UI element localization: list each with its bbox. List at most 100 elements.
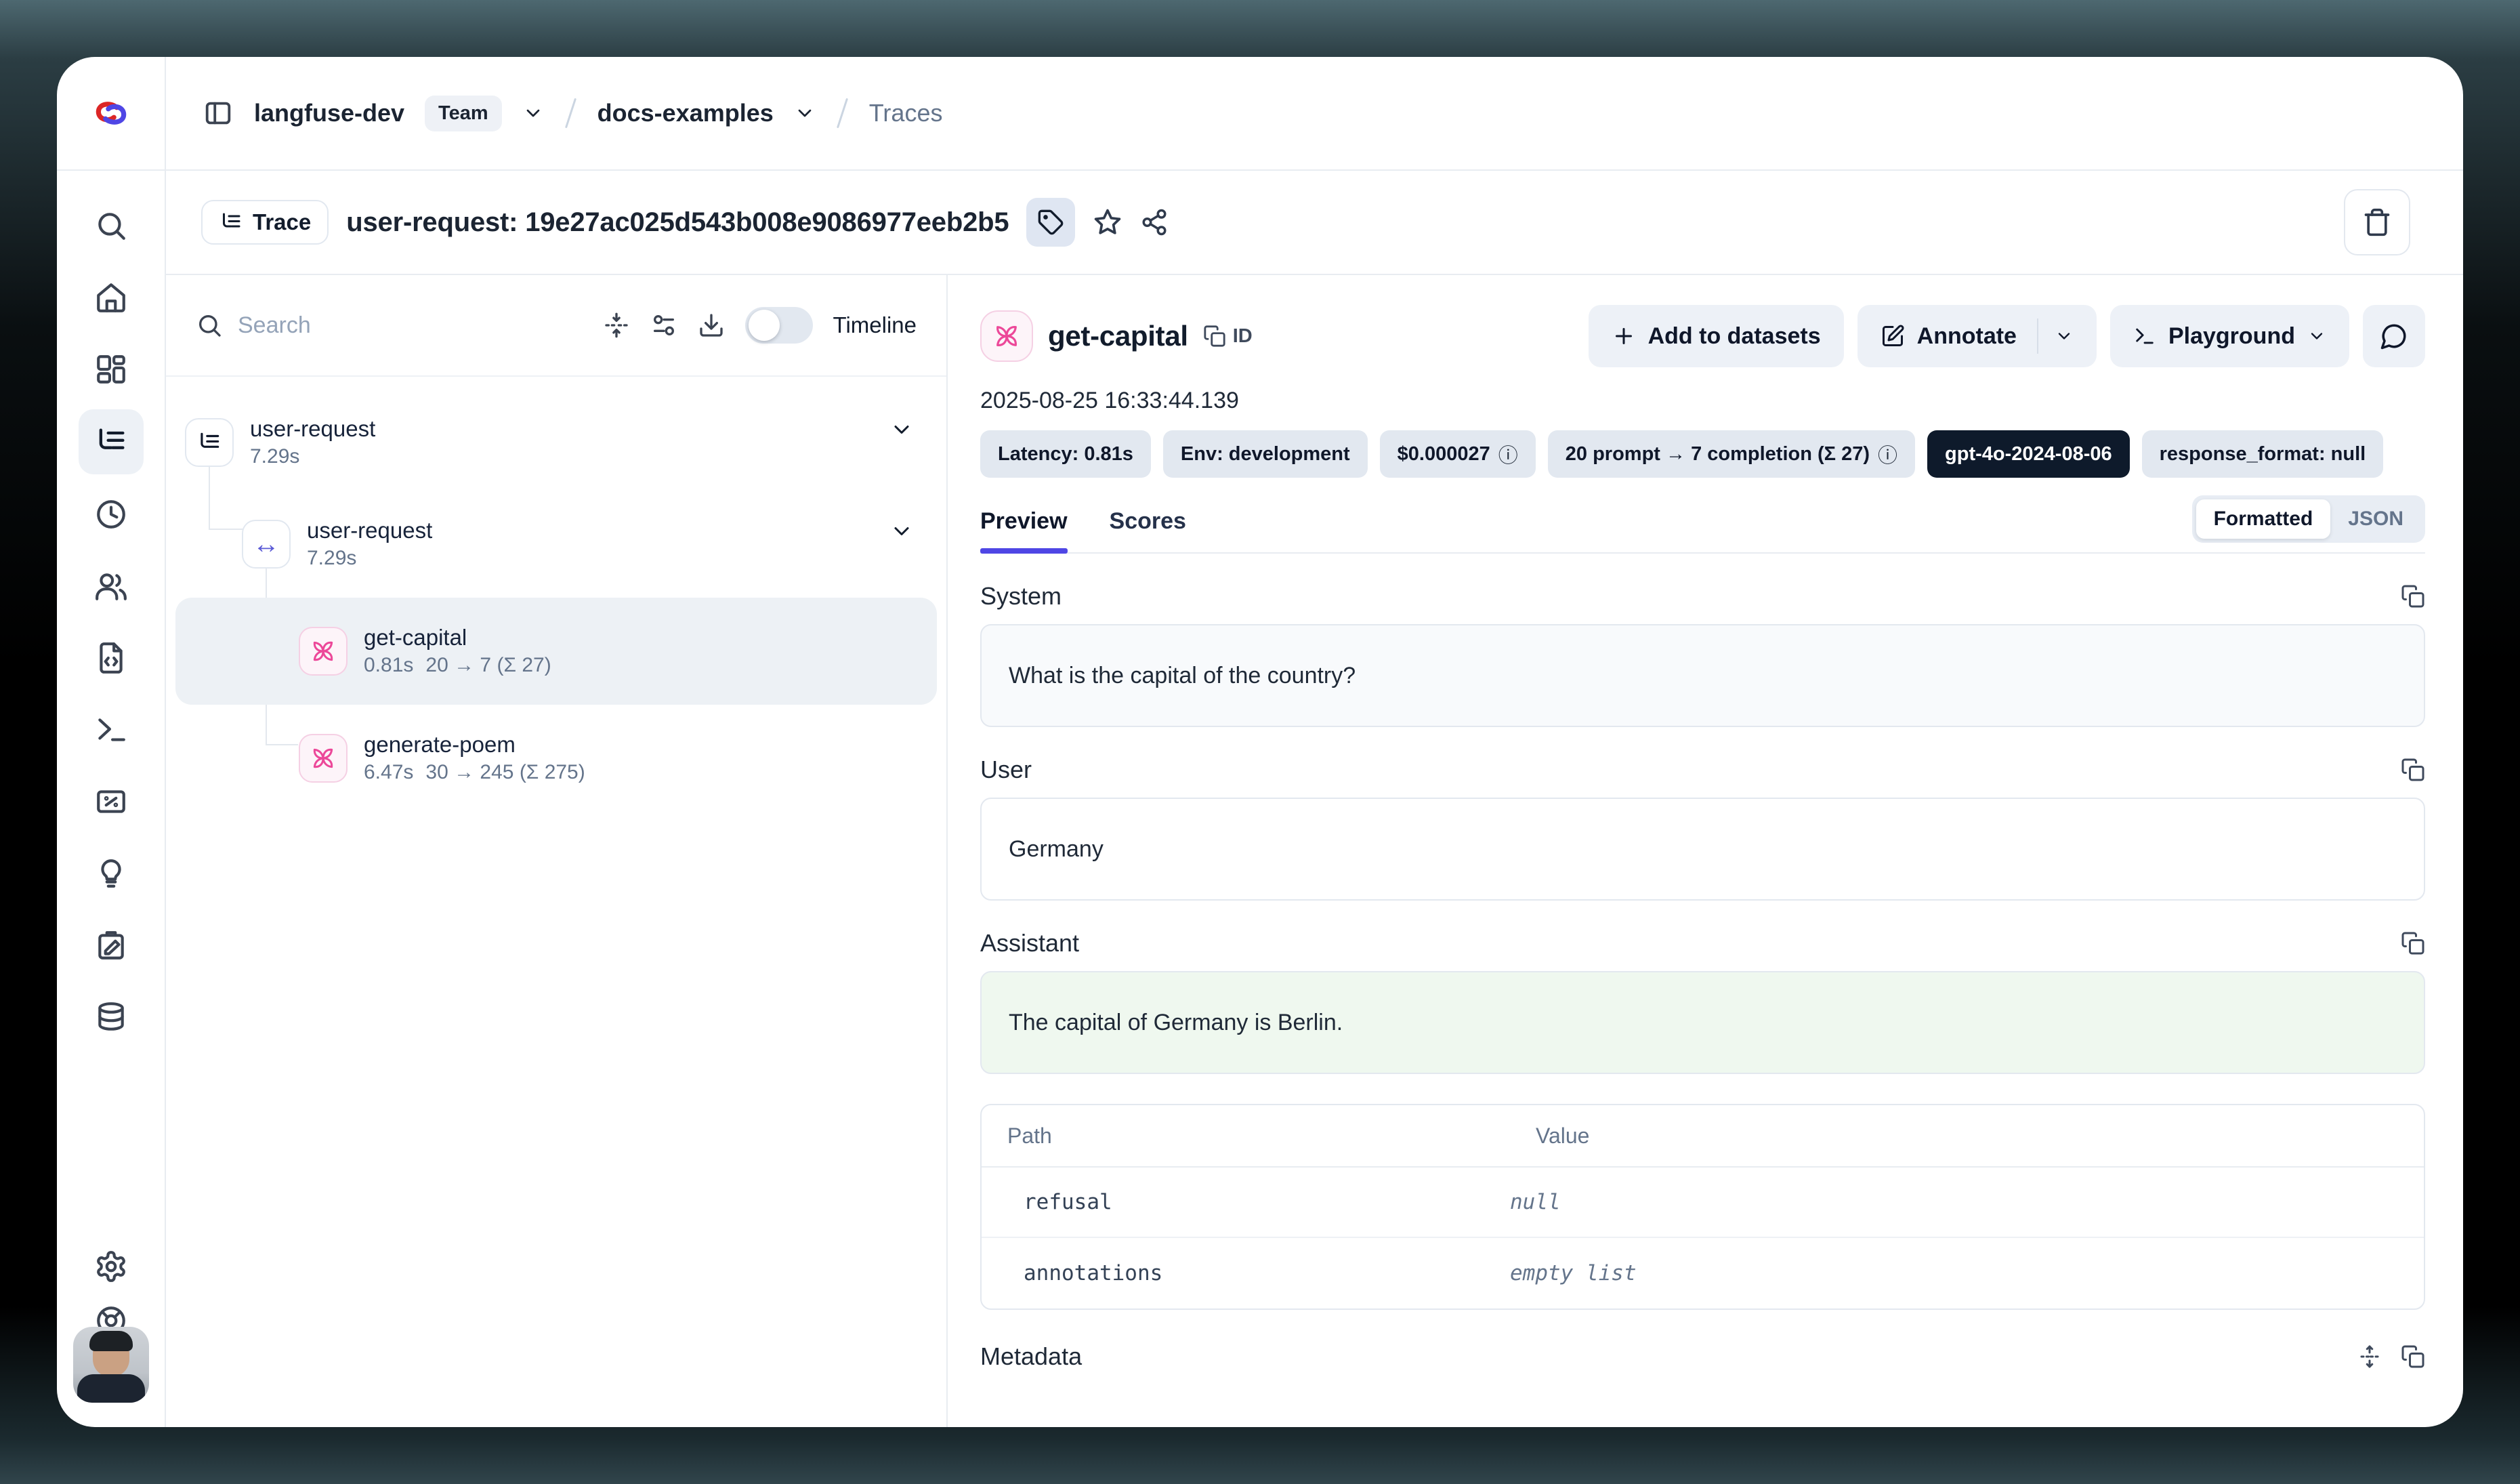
timeline-toggle[interactable] — [745, 307, 813, 344]
chevron-down-icon[interactable] — [889, 519, 914, 547]
favorite-star-button[interactable] — [1093, 207, 1122, 237]
tokens-badge[interactable]: 20 prompt → 7 completion (Σ 27)ⓘ — [1548, 430, 1915, 478]
breadcrumb-separator — [565, 98, 576, 129]
tag-icon — [1037, 209, 1064, 236]
breadcrumb-project[interactable]: docs-examples — [597, 99, 774, 127]
playground-button[interactable]: Playground — [2110, 305, 2349, 367]
breadcrumb-page[interactable]: Traces — [869, 99, 943, 127]
chevron-down-icon — [2307, 327, 2326, 346]
tab-preview[interactable]: Preview — [980, 508, 1068, 552]
datasets-database-icon[interactable] — [94, 1000, 128, 1034]
user-message-box: Germany — [980, 798, 2425, 901]
edit-square-icon — [1881, 324, 1905, 348]
info-icon: ⓘ — [1878, 440, 1897, 468]
tree-row-generation-selected[interactable]: get-capital 0.81s 20 → 7 (Σ 27) — [175, 598, 937, 705]
list-tree-icon — [219, 210, 243, 234]
table-row: annotations empty list — [982, 1238, 2424, 1308]
search-input[interactable] — [238, 312, 441, 339]
breadcrumb-separator — [837, 98, 848, 129]
table-cell-value: empty list — [1510, 1261, 2424, 1285]
trace-type-badge: Trace — [201, 200, 329, 245]
add-to-datasets-button[interactable]: Add to datasets — [1589, 305, 1844, 367]
sidebar-toggle-icon[interactable] — [203, 98, 234, 129]
star-icon — [1093, 207, 1122, 237]
unfold-vertical-icon[interactable] — [2357, 1344, 2382, 1369]
trace-title-bar: Trace user-request: 19e27ac025d543b008e9… — [166, 171, 2463, 275]
home-icon[interactable] — [94, 281, 128, 314]
tree-row-duration: 7.29s — [250, 445, 299, 468]
org-plan-badge: Team — [425, 96, 502, 131]
tree-row-span[interactable]: ↔ user-request 7.29s — [166, 493, 946, 595]
id-label: ID — [1233, 325, 1253, 348]
view-formatted-option[interactable]: Formatted — [2196, 499, 2331, 539]
user-section-label: User — [980, 756, 1032, 784]
users-icon[interactable] — [94, 569, 128, 603]
annotation-clipboard-icon[interactable] — [94, 928, 128, 962]
plus-icon — [1612, 324, 1636, 348]
trace-type-label: Trace — [253, 209, 311, 235]
evals-lightbulb-icon[interactable] — [94, 857, 128, 890]
tree-row-generation[interactable]: generate-poem 6.47s 30 → 245 (Σ 275) — [166, 707, 946, 809]
metadata-label: Metadata — [980, 1342, 1082, 1371]
tree-row-trace[interactable]: user-request 7.29s — [166, 392, 946, 493]
top-bar: langfuse-dev Team docs-examples Traces — [57, 57, 2463, 171]
annotate-button[interactable]: Annotate — [1857, 305, 2097, 367]
env-badge: Env: development — [1163, 430, 1368, 478]
assistant-section-label: Assistant — [980, 929, 1079, 957]
tags-button[interactable] — [1026, 198, 1075, 247]
copy-icon[interactable] — [2401, 931, 2425, 955]
user-avatar[interactable] — [73, 1327, 149, 1403]
display-settings-icon[interactable] — [650, 312, 677, 339]
search-icon[interactable] — [94, 209, 128, 243]
generation-icon — [299, 734, 348, 783]
settings-gear-icon[interactable] — [94, 1250, 128, 1283]
system-section-label: System — [980, 582, 1062, 611]
dashboard-icon[interactable] — [94, 352, 128, 386]
playground-terminal-icon[interactable] — [94, 713, 128, 747]
copy-icon[interactable] — [2401, 1344, 2425, 1369]
download-icon[interactable] — [698, 312, 725, 339]
model-badge[interactable]: gpt-4o-2024-08-06 — [1927, 430, 2130, 478]
view-json-option[interactable]: JSON — [2330, 499, 2421, 539]
table-cell-path: annotations — [982, 1261, 1510, 1285]
chat-bubble-icon — [2380, 322, 2408, 350]
share-button[interactable] — [1140, 208, 1169, 236]
trace-title: user-request: 19e27ac025d543b008e9086977… — [346, 207, 1009, 238]
info-icon: ⓘ — [1498, 440, 1518, 468]
tracing-icon[interactable] — [79, 409, 144, 474]
assistant-message-text: The capital of Germany is Berlin. — [1009, 1010, 1343, 1036]
chevron-down-icon[interactable] — [794, 102, 816, 124]
copy-icon[interactable] — [2401, 758, 2425, 782]
button-divider — [2037, 318, 2038, 354]
timeline-label: Timeline — [833, 312, 917, 338]
tree-row-duration: 6.47s — [364, 761, 413, 784]
copy-id-button[interactable]: ID — [1203, 325, 1253, 348]
prompts-file-icon[interactable] — [94, 641, 128, 675]
tree-row-tokens: 30 → 245 (Σ 275) — [425, 761, 585, 784]
app-window: langfuse-dev Team docs-examples Traces — [57, 57, 2463, 1427]
copy-icon — [1203, 325, 1226, 348]
scores-card-icon[interactable] — [94, 785, 128, 819]
copy-icon[interactable] — [2401, 584, 2425, 609]
tree-row-label: user-request — [250, 417, 375, 441]
table-header-path: Path — [982, 1124, 1510, 1149]
latency-badge: Latency: 0.81s — [980, 430, 1151, 478]
user-message-text: Germany — [1009, 836, 1104, 863]
chevron-down-icon[interactable] — [889, 417, 914, 445]
tree-row-label: get-capital — [364, 625, 551, 650]
chevron-down-icon[interactable] — [522, 102, 544, 124]
tab-scores[interactable]: Scores — [1110, 508, 1186, 552]
search-icon — [196, 312, 223, 339]
breadcrumb: langfuse-dev Team docs-examples Traces — [166, 57, 2463, 169]
response-format-badge: response_format: null — [2142, 430, 2384, 478]
tree-row-label: user-request — [307, 518, 432, 543]
comments-button[interactable] — [2363, 305, 2425, 367]
delete-trace-button[interactable] — [2344, 189, 2410, 255]
breadcrumb-org[interactable]: langfuse-dev — [254, 99, 404, 127]
sessions-clock-icon[interactable] — [94, 497, 128, 531]
cost-badge[interactable]: $0.000027ⓘ — [1380, 430, 1536, 478]
chevron-down-icon[interactable] — [2055, 327, 2074, 346]
terminal-icon — [2133, 325, 2156, 348]
fold-vertical-icon[interactable] — [603, 312, 630, 339]
tree-row-duration: 0.81s — [364, 654, 413, 677]
